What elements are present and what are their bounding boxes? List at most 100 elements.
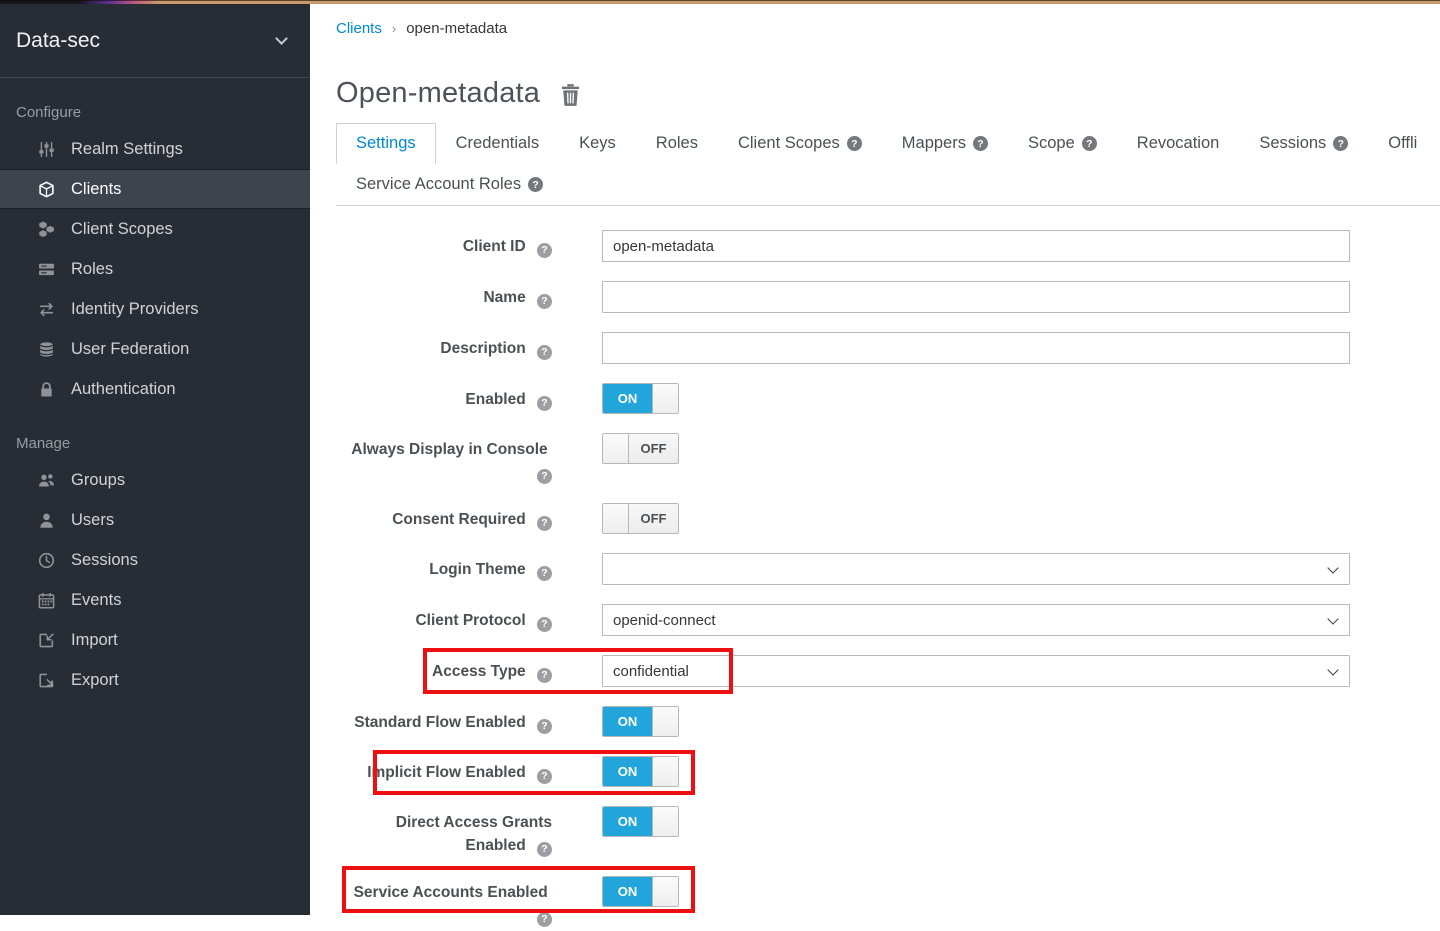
help-icon: ? xyxy=(537,617,552,632)
toggle-on-label: ON xyxy=(603,807,652,836)
sidebar-item-clients[interactable]: Clients xyxy=(0,169,310,209)
consent-required-toggle[interactable]: OFF xyxy=(602,503,679,534)
client-protocol-select[interactable]: openid-connect xyxy=(602,604,1350,636)
chevron-down-icon xyxy=(1327,664,1338,675)
service-accounts-enabled-toggle[interactable]: ON xyxy=(602,876,679,907)
field-label: Description ? xyxy=(336,332,552,360)
sidebar-item-events[interactable]: Events xyxy=(0,580,310,620)
tab-bar: Settings Credentials Keys Roles Client Scope… xyxy=(336,123,1440,206)
trash-icon[interactable] xyxy=(560,83,581,107)
form-row-service-accounts-enabled: Service Accounts Enabled ?ON xyxy=(336,876,1440,927)
breadcrumb-clients-link[interactable]: Clients xyxy=(336,20,382,37)
chevron-down-icon xyxy=(275,32,288,45)
sliders-icon xyxy=(38,141,55,158)
form-row-name: Name ? xyxy=(336,281,1440,313)
form-row-enabled: Enabled ?ON xyxy=(336,383,1440,414)
field-label: Client ID ? xyxy=(336,230,552,258)
toggle-off-label: OFF xyxy=(629,504,678,533)
sidebar-item-label: Groups xyxy=(71,471,125,490)
tab-roles[interactable]: Roles xyxy=(636,123,718,164)
field-label: Login Theme ? xyxy=(336,553,552,581)
sidebar-item-label: Identity Providers xyxy=(71,300,198,319)
help-icon: ? xyxy=(537,294,552,309)
toggle-handle xyxy=(652,807,678,836)
login-theme-select[interactable] xyxy=(602,553,1350,585)
field-control: openid-connect xyxy=(602,604,1350,636)
form-row-implicit-flow-enabled: Implicit Flow Enabled ?ON xyxy=(336,756,1440,787)
implicit-flow-enabled-toggle[interactable]: ON xyxy=(602,756,679,787)
sidebar-item-realm-settings[interactable]: Realm Settings xyxy=(0,129,310,169)
sidebar-item-groups[interactable]: Groups xyxy=(0,460,310,500)
sidebar-item-label: Client Scopes xyxy=(71,220,173,239)
sidebar-item-import[interactable]: Import xyxy=(0,620,310,660)
toggle-on-label: ON xyxy=(603,707,652,736)
tab-label: Settings xyxy=(356,134,416,153)
form-row-client-id: Client ID ? xyxy=(336,230,1440,262)
cube-icon xyxy=(38,181,55,198)
sidebar-item-roles[interactable]: Roles xyxy=(0,249,310,289)
access-type-select[interactable]: confidential xyxy=(602,655,1350,687)
direct-access-grants-enabled-toggle[interactable]: ON xyxy=(602,806,679,837)
field-label-text: Enabled xyxy=(465,391,525,408)
form-row-consent-required: Consent Required ? OFF xyxy=(336,503,1440,534)
tab-label: Offli xyxy=(1388,134,1417,153)
field-label: Consent Required ? xyxy=(336,503,552,531)
client-id-input[interactable] xyxy=(602,230,1350,262)
tab-mappers[interactable]: Mappers? xyxy=(882,123,1008,164)
toggle-on-label: ON xyxy=(603,384,652,413)
tab-label: Keys xyxy=(579,134,616,153)
sidebar-item-export[interactable]: Export xyxy=(0,660,310,700)
field-label: Name ? xyxy=(336,281,552,309)
tab-label: Roles xyxy=(656,134,698,153)
help-icon: ? xyxy=(537,469,552,484)
description-input[interactable] xyxy=(602,332,1350,364)
help-icon: ? xyxy=(537,345,552,360)
always-display-in-console-toggle[interactable]: OFF xyxy=(602,433,679,464)
tab-service-account-roles[interactable]: Service Account Roles? xyxy=(336,164,563,205)
toggle-handle xyxy=(603,434,629,463)
sidebar-item-sessions[interactable]: Sessions xyxy=(0,540,310,580)
sidebar-item-label: Realm Settings xyxy=(71,140,183,159)
tab-label: Scope xyxy=(1028,134,1075,153)
sidebar-item-user-federation[interactable]: User Federation xyxy=(0,329,310,369)
cubes-icon xyxy=(38,221,55,238)
help-icon: ? xyxy=(537,719,552,734)
name-input[interactable] xyxy=(602,281,1350,313)
tab-settings[interactable]: Settings xyxy=(336,123,436,164)
sidebar-item-users[interactable]: Users xyxy=(0,500,310,540)
tab-keys[interactable]: Keys xyxy=(559,123,636,164)
sidebar: Data-sec Configure Realm Settings Clients C… xyxy=(0,4,310,915)
enabled-toggle[interactable]: ON xyxy=(602,383,679,414)
sidebar-item-client-scopes[interactable]: Client Scopes xyxy=(0,209,310,249)
tab-label: Credentials xyxy=(456,134,539,153)
help-icon: ? xyxy=(537,566,552,581)
help-icon: ? xyxy=(537,668,552,683)
sidebar-item-authentication[interactable]: Authentication xyxy=(0,369,310,409)
settings-form: Client ID ?Name ?Description ?Enabled ?O… xyxy=(336,230,1440,927)
sidebar-item-identity-providers[interactable]: Identity Providers xyxy=(0,289,310,329)
help-icon: ? xyxy=(537,243,552,258)
chevron-down-icon xyxy=(1327,562,1338,573)
tab-label: Sessions xyxy=(1259,134,1326,153)
tab-sessions[interactable]: Sessions? xyxy=(1239,123,1368,164)
tab-credentials[interactable]: Credentials xyxy=(436,123,559,164)
tab-label: Client Scopes xyxy=(738,134,840,153)
field-control: ON xyxy=(602,806,1350,837)
field-control: ON xyxy=(602,876,1350,907)
tab-revocation[interactable]: Revocation xyxy=(1117,123,1240,164)
breadcrumb: Clients › open-metadata xyxy=(336,4,1440,37)
form-row-standard-flow-enabled: Standard Flow Enabled ?ON xyxy=(336,706,1440,737)
help-icon: ? xyxy=(537,769,552,784)
tab-client-scopes[interactable]: Client Scopes? xyxy=(718,123,882,164)
field-label-text: Access Type xyxy=(432,663,526,680)
tab-offli[interactable]: Offli xyxy=(1368,123,1437,164)
standard-flow-enabled-toggle[interactable]: ON xyxy=(602,706,679,737)
field-control: confidential xyxy=(602,655,1350,687)
realm-selector[interactable]: Data-sec xyxy=(0,4,310,78)
tab-scope[interactable]: Scope? xyxy=(1008,123,1117,164)
field-label-text: Login Theme xyxy=(429,561,525,578)
sidebar-section-title: Configure xyxy=(16,104,310,121)
help-icon: ? xyxy=(847,136,862,151)
breadcrumb-current: open-metadata xyxy=(406,20,507,37)
sidebar-section-title: Manage xyxy=(16,435,310,452)
